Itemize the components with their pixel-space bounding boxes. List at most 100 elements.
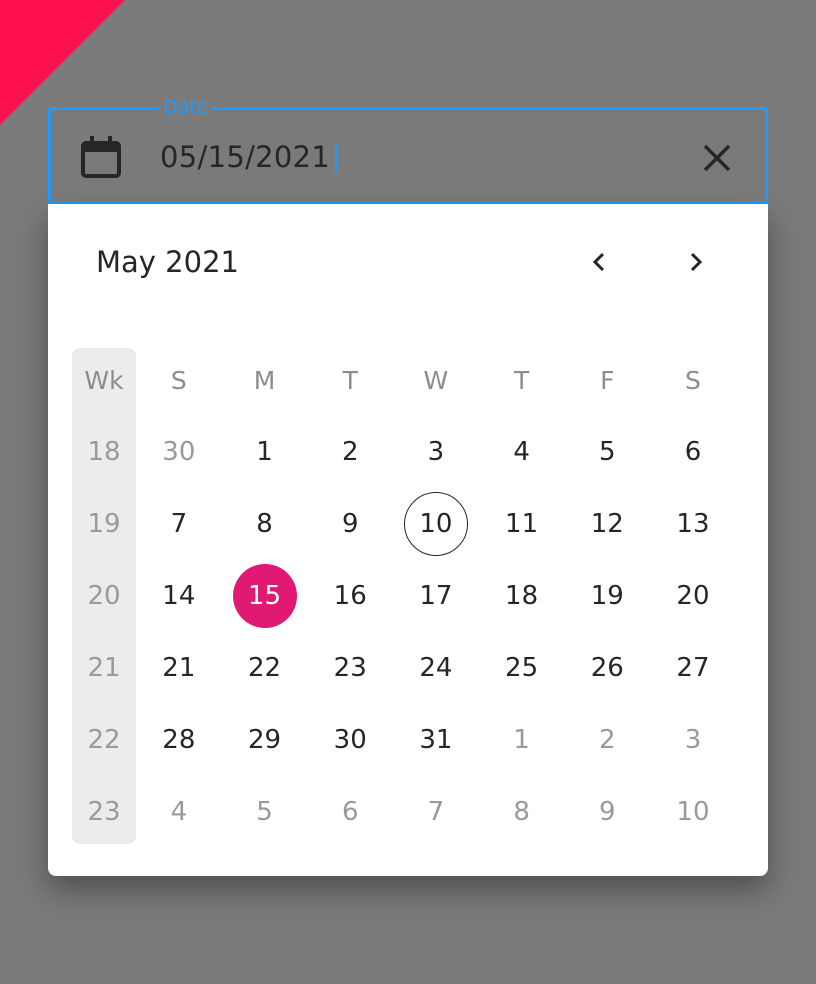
day-cell[interactable]: 22 (222, 632, 308, 704)
day-number: 7 (427, 797, 445, 827)
day-cell[interactable]: 7 (136, 488, 222, 560)
day-number: 1 (256, 437, 273, 467)
day-cell[interactable]: 17 (393, 560, 479, 632)
day-cell[interactable]: 1 (222, 416, 308, 488)
date-input[interactable]: 05/15/2021 (160, 138, 330, 176)
day-cell[interactable]: 3 (650, 704, 736, 776)
day-cell[interactable]: 16 (307, 560, 393, 632)
day-cell[interactable]: 6 (650, 416, 736, 488)
day-cell[interactable]: 31 (393, 704, 479, 776)
day-cell[interactable]: 7 (393, 776, 479, 848)
day-cell[interactable]: 2 (564, 704, 650, 776)
calendar-grid: Wk S M T W T F S 18 30 1 2 3 4 5 6 19 7 8 9 10 11 12 13 20 14 15 1… (72, 344, 736, 848)
date-field[interactable]: Date 05/15/2021 (48, 96, 768, 204)
day-number: 17 (419, 581, 453, 611)
day-number: 2 (341, 437, 359, 467)
day-number: 24 (419, 653, 453, 683)
week-number: 23 (87, 797, 121, 827)
calendar-popup: May 2021 Wk S M T W T F S 18 30 1 2 3 4 5 6 19 7 8 9 10 11 12… (48, 204, 768, 876)
day-cell[interactable]: 27 (650, 632, 736, 704)
day-number: 4 (170, 797, 188, 827)
day-number: 29 (247, 725, 282, 755)
day-cell[interactable]: 8 (222, 488, 308, 560)
day-cell[interactable]: 13 (650, 488, 736, 560)
day-number: 3 (427, 437, 445, 467)
day-cell[interactable]: 6 (307, 776, 393, 848)
chevron-right-icon (690, 252, 703, 272)
day-cell[interactable]: 5 (222, 776, 308, 848)
next-month-button[interactable] (673, 240, 717, 284)
day-number: 6 (684, 437, 702, 467)
day-number: 10 (403, 492, 468, 556)
day-number: 12 (590, 509, 624, 539)
day-number: 1 (513, 725, 530, 755)
day-number: 13 (676, 509, 710, 539)
week-number: 22 (87, 725, 121, 755)
day-cell[interactable]: 14 (136, 560, 222, 632)
day-cell[interactable]: 28 (136, 704, 222, 776)
day-cell[interactable]: 3 (393, 416, 479, 488)
close-icon (703, 144, 731, 172)
day-cell[interactable]: 30 (307, 704, 393, 776)
day-number: 21 (162, 653, 196, 683)
day-number: 5 (599, 437, 616, 467)
day-cell[interactable]: 25 (479, 632, 565, 704)
day-number: 25 (505, 653, 539, 683)
day-number: 30 (162, 437, 196, 467)
day-cell[interactable]: 21 (136, 632, 222, 704)
day-number: 26 (590, 653, 624, 683)
day-number: 22 (247, 653, 282, 683)
day-cell[interactable]: 19 (564, 560, 650, 632)
week-number: 21 (87, 653, 121, 683)
day-cell[interactable]: 8 (479, 776, 565, 848)
day-cell[interactable]: 24 (393, 632, 479, 704)
text-caret (335, 143, 337, 173)
day-number: 27 (676, 653, 710, 683)
calendar-icon[interactable] (79, 134, 123, 180)
day-cell[interactable]: 4 (479, 416, 565, 488)
day-number: 6 (341, 797, 359, 827)
day-cell[interactable]: 11 (479, 488, 565, 560)
day-cell[interactable]: 23 (307, 632, 393, 704)
weekday-header: F (600, 365, 615, 395)
day-cell[interactable]: 5 (564, 416, 650, 488)
day-cell[interactable]: 26 (564, 632, 650, 704)
weekday-header: W (423, 365, 449, 395)
day-number: 20 (676, 581, 710, 611)
day-number: 8 (256, 509, 273, 539)
day-cell[interactable]: 4 (136, 776, 222, 848)
day-number: 5 (256, 797, 273, 827)
week-number: 18 (87, 437, 121, 467)
day-cell[interactable]: 2 (307, 416, 393, 488)
day-cell[interactable]: 10 (650, 776, 736, 848)
day-cell[interactable]: 29 (222, 704, 308, 776)
day-cell[interactable]: 18 (479, 560, 565, 632)
day-cell-selected[interactable]: 15 (222, 560, 308, 632)
day-number: 31 (419, 725, 453, 755)
day-number: 14 (162, 581, 196, 611)
day-cell[interactable]: 9 (307, 488, 393, 560)
day-number: 10 (676, 797, 710, 827)
weekday-header: S (685, 365, 701, 395)
previous-month-button[interactable] (578, 240, 622, 284)
day-number: 23 (333, 653, 367, 683)
day-number: 19 (590, 581, 624, 611)
day-number: 9 (599, 797, 616, 827)
day-cell[interactable]: 1 (479, 704, 565, 776)
day-cell-today[interactable]: 10 (393, 488, 479, 560)
day-cell[interactable]: 20 (650, 560, 736, 632)
clear-button[interactable] (697, 138, 737, 178)
weekday-header: M (253, 365, 276, 395)
weekday-header: T (342, 365, 358, 395)
day-cell[interactable]: 12 (564, 488, 650, 560)
day-number: 4 (513, 437, 530, 467)
day-number: 11 (505, 509, 539, 539)
week-number: 19 (87, 509, 121, 539)
day-cell[interactable]: 30 (136, 416, 222, 488)
day-cell[interactable]: 9 (564, 776, 650, 848)
day-number: 8 (513, 797, 530, 827)
day-number: 7 (170, 509, 188, 539)
month-title[interactable]: May 2021 (96, 244, 239, 280)
day-number: 30 (333, 725, 367, 755)
day-number: 15 (232, 564, 297, 628)
